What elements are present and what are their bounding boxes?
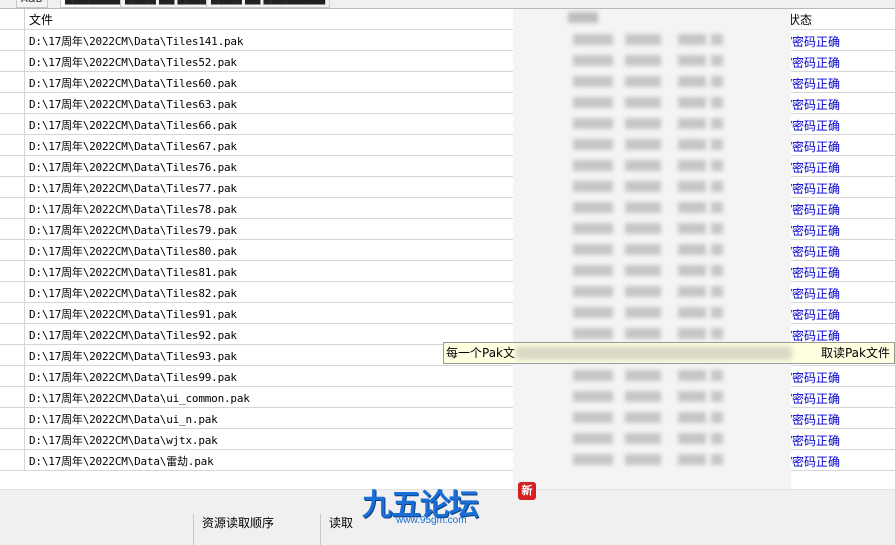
status-cell: /密码正确 [788,224,841,238]
row-divider [24,93,25,114]
file-path-cell: D:\17周年\2022CM\Data\wjtx.pak [29,434,218,447]
status-cell: /密码正确 [788,371,841,385]
row-divider [24,387,25,408]
row-divider [24,282,25,303]
column-header-status[interactable]: 状态 [788,11,812,28]
file-path-cell: D:\17周年\2022CM\Data\Tiles92.pak [29,329,237,342]
status-cell: /密码正确 [788,140,841,154]
file-path-cell: D:\17周年\2022CM\Data\雷劫.pak [29,455,214,468]
status-cell: /密码正确 [788,287,841,301]
file-path-cell: D:\17周年\2022CM\Data\Tiles141.pak [29,35,244,48]
panel-divider [193,514,194,545]
column-header-file[interactable]: 文件 [29,11,53,28]
status-cell: /密码正确 [788,308,841,322]
tooltip-text-start: 每一个Pak文 [446,346,516,360]
status-cell: /密码正确 [788,77,841,91]
file-path-cell: D:\17周年\2022CM\Data\Tiles60.pak [29,77,237,90]
row-divider [24,135,25,156]
status-cell: /密码正确 [788,245,841,259]
tab-3[interactable]: ████ ██ ████████ [206,0,331,8]
file-path-cell: D:\17周年\2022CM\Data\Tiles76.pak [29,161,237,174]
file-path-cell: D:\17周年\2022CM\Data\Tiles78.pak [29,203,237,216]
panel-divider [320,514,321,545]
row-divider [24,240,25,261]
watermark-seal: 新 [518,482,536,500]
file-path-cell: D:\17周年\2022CM\Data\ui_n.pak [29,413,218,426]
status-cell: /密码正确 [788,182,841,196]
file-path-cell: D:\17周年\2022CM\Data\Tiles80.pak [29,245,237,258]
file-path-cell: D:\17周年\2022CM\Data\Tiles93.pak [29,350,237,363]
file-path-cell: D:\17周年\2022CM\Data\Tiles66.pak [29,119,237,132]
tooltip-redacted [516,346,792,360]
row-divider [24,324,25,345]
status-cell: /密码正确 [788,35,841,49]
row-divider [24,345,25,366]
file-path-cell: D:\17周年\2022CM\Data\ui_common.pak [29,392,250,405]
row-divider [24,429,25,450]
row-divider [24,408,25,429]
tooltip-text-end: 取读Pak文件 [820,346,890,360]
watermark-url: www.95gm.com [396,515,467,526]
file-path-cell: D:\17周年\2022CM\Data\Tiles91.pak [29,308,237,321]
status-cell: /密码正确 [788,266,841,280]
load-order-label: 资源读取顺序 [202,516,275,530]
status-cell: /密码正确 [788,392,841,406]
file-path-cell: D:\17周年\2022CM\Data\Tiles67.pak [29,140,237,153]
file-path-cell: D:\17周年\2022CM\Data\Tiles52.pak [29,56,237,69]
row-divider [24,261,25,282]
row-divider [24,30,25,51]
row-divider [24,177,25,198]
file-path-cell: D:\17周年\2022CM\Data\Tiles81.pak [29,266,237,279]
pak-file-list[interactable]: 文件 状态 D:\17周年\2022CM\Data\Tiles141.pak/密… [0,9,895,489]
status-cell: /密码正确 [788,203,841,217]
row-divider [24,219,25,240]
read-label: 读取 [329,516,354,530]
status-cell: /密码正确 [788,119,841,133]
watermark-logo: 九五论坛 www.95gm.com 新 [362,478,537,538]
tooltip: 每一个Pak文 取读Pak文件 [443,342,895,364]
status-cell: /密码正确 [788,413,841,427]
status-cell: /密码正确 [788,434,841,448]
redacted-region [513,9,791,489]
row-divider [24,303,25,324]
status-cell: /密码正确 [788,56,841,70]
row-divider [24,366,25,387]
row-divider [24,450,25,471]
file-path-cell: D:\17周年\2022CM\Data\Tiles82.pak [29,287,237,300]
status-cell: /密码正确 [788,455,841,469]
row-divider [24,198,25,219]
header-divider[interactable] [24,9,25,29]
row-divider [24,156,25,177]
file-path-cell: D:\17周年\2022CM\Data\Tiles77.pak [29,182,237,195]
row-divider [24,51,25,72]
row-divider [24,72,25,93]
status-cell: /密码正确 [788,161,841,175]
row-divider [24,114,25,135]
file-path-cell: D:\17周年\2022CM\Data\Tiles79.pak [29,224,237,237]
status-cell: /密码正确 [788,98,841,112]
tab-strip: A&B ████████ ███ ████ ██ ████ ███ ████ █… [0,0,895,9]
file-path-cell: D:\17周年\2022CM\Data\Tiles99.pak [29,371,237,384]
tab-0[interactable]: A&B [16,0,48,8]
file-path-cell: D:\17周年\2022CM\Data\Tiles63.pak [29,98,237,111]
